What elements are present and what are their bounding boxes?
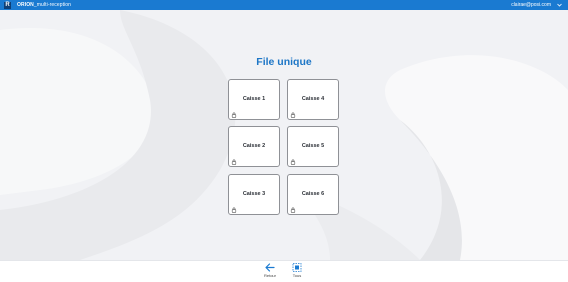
back-button[interactable]: Retour [258,263,282,281]
tile-caisse-6[interactable]: Caisse 6 [287,174,339,215]
brand-suffix: _multi-reception [33,2,72,8]
chevron-down-icon [557,3,562,7]
tile-caisse-4[interactable]: Caisse 4 [287,79,339,120]
user-email: clairae@posi.com [511,2,551,8]
arrow-left-icon [265,263,275,272]
select-all-icon [292,263,302,272]
tile-label: Caisse 5 [301,143,325,149]
lock-icon [231,112,237,118]
brand-name: ORION [17,2,34,8]
select-all-label: Tous [292,273,302,278]
tile-label: Caisse 2 [242,143,266,149]
select-all-button[interactable]: Tous [285,263,309,281]
top-bar: R ORION_multi-reception clairae@posi.com [0,0,568,10]
app-logo: R [4,1,11,9]
background-swoosh [0,10,568,260]
lock-icon [290,112,296,118]
lock-icon [290,207,296,213]
lock-icon [231,159,237,165]
tile-caisse-3[interactable]: Caisse 3 [228,174,280,215]
bottom-bar: Retour Tous [0,260,568,282]
tile-label: Caisse 6 [301,191,325,197]
tile-caisse-2[interactable]: Caisse 2 [228,126,280,167]
tile-label: Caisse 1 [242,96,266,102]
user-menu[interactable]: clairae@posi.com [511,2,562,8]
app-brand: ORION_multi-reception [17,2,71,8]
tile-caisse-5[interactable]: Caisse 5 [287,126,339,167]
tile-label: Caisse 3 [242,191,266,197]
lock-icon [290,159,296,165]
page-title: File unique [256,56,312,68]
back-label: Retour [263,273,276,278]
lock-icon [231,207,237,213]
tile-label: Caisse 4 [301,96,325,102]
tile-caisse-1[interactable]: Caisse 1 [228,79,280,120]
